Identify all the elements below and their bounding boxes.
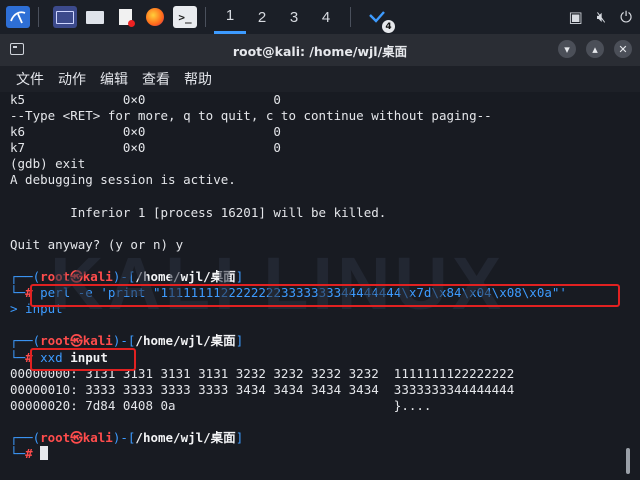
volume-muted-icon[interactable]: 🔇︎ <box>597 8 606 26</box>
workspace-4[interactable]: 4 <box>310 0 342 34</box>
panel-separator <box>38 7 39 27</box>
terminal-icon <box>10 43 24 55</box>
maximize-button[interactable]: ▴ <box>586 40 604 58</box>
file-manager-icon[interactable] <box>83 6 107 28</box>
close-button[interactable]: ✕ <box>614 40 632 58</box>
notification-badge: 4 <box>382 20 395 33</box>
terminal-line: Inferior 1 [process 16201] will be kille… <box>10 204 387 220</box>
panel-separator <box>350 7 351 27</box>
workspace-1[interactable]: 1 <box>214 0 246 34</box>
workspace-2[interactable]: 2 <box>246 0 278 34</box>
menu-help[interactable]: 帮助 <box>184 69 212 89</box>
prompt-at: ㉿ <box>70 429 83 445</box>
kali-menu-icon[interactable] <box>6 6 30 28</box>
xxd-output-line: 00000020: 7d84 0408 0a }.... <box>10 397 432 413</box>
show-desktop-icon[interactable] <box>53 6 77 28</box>
terminal-scrollbar[interactable] <box>626 448 630 474</box>
prompt-at: ㉿ <box>70 333 83 349</box>
terminal-line: A debugging session is active. <box>10 172 236 188</box>
terminal-line: k7 0×0 0 <box>10 140 281 156</box>
menu-edit[interactable]: 编辑 <box>100 69 128 89</box>
prompt-header: ┌──(root㉿kali)-[/home/wjl/桌面] <box>10 429 244 445</box>
menu-file[interactable]: 文件 <box>16 69 44 89</box>
menu-action[interactable]: 动作 <box>58 69 86 89</box>
text-cursor <box>40 446 49 461</box>
firefox-icon[interactable] <box>143 6 167 28</box>
minimize-button[interactable]: ▾ <box>558 40 576 58</box>
prompt-path: /home/wjl/桌面 <box>135 269 236 285</box>
prompt-host: kali <box>82 429 113 445</box>
prompt-command-line: └─# <box>10 446 626 462</box>
terminal-window: root@kali: /home/wjl/桌面 ▾ ▴ ✕ 文件 动作 编辑 查… <box>0 34 640 480</box>
terminal-line: (gdb) exit <box>10 156 86 172</box>
prompt-host: kali <box>82 333 113 349</box>
menu-bar: 文件 动作 编辑 查看 帮助 <box>0 66 640 92</box>
prompt-at: ㉿ <box>70 269 83 285</box>
workspace-3[interactable]: 3 <box>278 0 310 34</box>
prompt-host: kali <box>82 269 113 285</box>
text-editor-icon[interactable] <box>113 6 137 28</box>
system-tray: ▣ 🔇︎ ⏻ <box>568 0 632 34</box>
terminal-icon[interactable]: >_ <box>173 6 197 28</box>
prompt-user: root <box>40 333 71 349</box>
terminal-line: k6 0×0 0 <box>10 124 281 140</box>
prompt-symbol: # <box>25 446 33 462</box>
prompt-user: root <box>40 429 71 445</box>
menu-view[interactable]: 查看 <box>142 69 170 89</box>
terminal-line: Quit anyway? (y or n) y <box>10 236 184 252</box>
prompt-user: root <box>40 269 71 285</box>
window-titlebar[interactable]: root@kali: /home/wjl/桌面 ▾ ▴ ✕ <box>0 34 640 66</box>
display-icon[interactable]: ▣ <box>568 8 582 26</box>
xxd-output-line: 00000010: 3333 3333 3333 3333 3434 3434 … <box>10 381 515 397</box>
prompt-header: ┌──(root㉿kali)-[/home/wjl/桌面] <box>10 269 244 285</box>
window-title: root@kali: /home/wjl/桌面 <box>232 43 408 59</box>
terminal-line: k5 0×0 0 <box>10 92 281 107</box>
running-app-icon[interactable]: 4 <box>365 6 395 33</box>
top-panel: >_ 1 2 3 4 4 ▣ 🔇︎ ⏻ <box>0 0 640 34</box>
annotation-box-xxd-command <box>30 348 136 371</box>
annotation-box-perl-command <box>30 284 620 307</box>
panel-separator <box>205 7 206 27</box>
power-icon[interactable]: ⏻ <box>620 8 632 26</box>
prompt-path: /home/wjl/桌面 <box>135 429 236 445</box>
terminal-line: --Type <RET> for more, q to quit, c to c… <box>10 108 492 124</box>
prompt-path: /home/wjl/桌面 <box>135 333 236 349</box>
